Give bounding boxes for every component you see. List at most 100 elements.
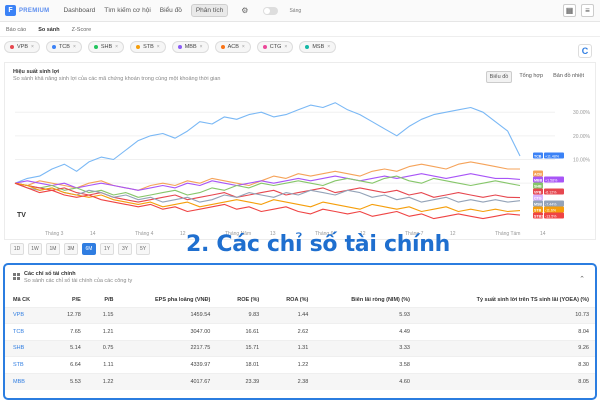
ticker-chip-msb[interactable]: MSB × [299,41,337,53]
logo-icon: F [5,5,16,16]
ticker-chip-label: ACB [227,44,239,50]
col-pe[interactable]: P/E [50,293,87,307]
table-row[interactable]: SHB 5.14 0.75 2217.75 15.71 1.31 3.33 9.26 [5,339,595,357]
value-cell: 4017.67 [119,372,217,390]
value-cell: 3047.00 [119,323,217,340]
col-ticker[interactable]: Mã CK [5,293,50,307]
range-6m[interactable]: 6M [82,243,96,255]
ticker-chip-mbb[interactable]: MBB × [171,41,209,53]
ticker-chip-stb[interactable]: STB × [130,41,166,53]
col-roa[interactable]: ROA (%) [265,293,314,307]
col-pb[interactable]: P/B [87,293,120,307]
table-row[interactable]: VPB 12.78 1.15 1459.54 9.83 1.44 5.93 10.73 [5,306,595,324]
financial-ratios-body: VPB 12.78 1.15 1459.54 9.83 1.44 5.93 10.73 TCB 7… [5,306,595,390]
end-label-value: -13.5% [545,214,557,218]
ticker-chip-label: SHB [100,44,113,50]
table-header-row: Mã CK P/E P/B EPS pha loãng (VNĐ) ROE (%… [5,293,595,307]
ticker-cell[interactable]: STB [5,356,50,373]
end-label-name: MSB [534,202,542,206]
end-label-value: -11.6% [545,208,557,212]
range-1m[interactable]: 1M [46,243,60,255]
nav-charts[interactable]: Biểu đồ [160,7,182,14]
ticker-chip-tcb[interactable]: TCB × [45,41,82,53]
end-label-value: +11.48% [545,154,560,158]
value-cell: 9.26 [415,339,595,357]
nav-opportunity-search[interactable]: Tìm kiếm cơ hội [104,7,151,14]
x-tick-label: Tháng Tám [495,231,520,237]
end-label-name: VPB [534,190,542,194]
ticker-chip-label: VPB [17,44,29,50]
financial-ratios-header: Các chỉ số tài chính So sánh các chỉ số … [13,271,132,284]
range-1y[interactable]: 1Y [100,243,114,255]
end-label-name: STB2 [534,214,543,218]
value-cell: 2217.75 [119,339,217,357]
col-roe[interactable]: ROE (%) [216,293,265,307]
ticker-chip-ctg[interactable]: CTG × [256,41,294,53]
value-cell: 4.49 [314,323,416,340]
col-eps[interactable]: EPS pha loãng (VNĐ) [120,293,217,307]
value-cell: 12.78 [49,306,87,324]
apps-grid-icon[interactable]: ▦ [563,4,576,17]
ticker-cell[interactable]: VPB [5,306,50,324]
ticker-cell[interactable]: TCB [5,323,50,340]
ticker-chip-acb[interactable]: ACB × [214,41,251,53]
ticker-color-dot [93,45,98,49]
collapse-chevron-icon[interactable]: ⌃ [579,275,585,283]
ticker-cell[interactable]: MBB [5,372,50,390]
range-1d[interactable]: 1D [10,243,24,255]
remove-ticker-icon[interactable]: × [200,44,203,50]
ticker-cell[interactable]: SHB [5,339,50,357]
tab-compare[interactable]: So sánh [38,27,59,33]
tradingview-logo: TV [17,212,26,219]
nav-analysis[interactable]: Phân tích [190,4,229,17]
col-yoea[interactable]: Tỷ suất sinh lời trên TS sinh lãi (YOEA)… [416,293,595,307]
remove-ticker-icon[interactable]: × [327,44,330,50]
range-3m[interactable]: 3M [64,243,78,255]
end-label-value: +1.58% [545,178,558,182]
financial-ratios-panel: Các chỉ số tài chính So sánh các chỉ số … [3,263,597,400]
nav-dashboard[interactable]: Dashboard [63,7,95,14]
value-cell: 1.31 [265,339,315,357]
tab-zscore[interactable]: Z-Score [72,27,92,33]
y-tick-label: 30.00% [573,110,591,116]
x-tick-label: Tháng 4 [135,231,154,237]
ticker-chip-shb[interactable]: SHB × [87,41,125,53]
ticker-color-dot [305,45,310,49]
gear-icon[interactable]: ⚙ [241,6,248,15]
remove-ticker-icon[interactable]: × [31,44,34,50]
table-row[interactable]: MBB 5.53 1.22 4017.67 23.39 2.38 4.60 8.05 [5,372,595,390]
return-chart-panel: Hiệu suất sinh lợi So sánh khả năng sinh… [4,62,596,240]
analysis-tabs: Báo cáo So sánh Z-Score [0,23,600,37]
range-1w[interactable]: 1W [28,243,42,255]
series-line-mbb [14,173,521,191]
tab-report[interactable]: Báo cáo [6,27,26,33]
remove-ticker-icon[interactable]: × [242,44,245,50]
value-cell: 8.04 [415,323,595,340]
value-cell: 2.62 [265,323,315,340]
remove-ticker-icon[interactable]: × [115,44,118,50]
menu-icon[interactable]: ≡ [581,4,594,17]
col-nim[interactable]: Biên lãi ròng (NIM) (%) [314,293,416,307]
range-3y[interactable]: 3Y [118,243,132,255]
value-cell: 1.21 [86,323,120,340]
remove-ticker-icon[interactable]: × [157,44,160,50]
value-cell: 18.01 [216,356,266,373]
value-cell: 1.15 [86,306,120,324]
ticker-color-dot [136,45,141,49]
table-row[interactable]: STB 6.64 1.11 4339.97 18.01 1.22 3.58 8.30 [5,356,595,373]
ticker-chip-vpb[interactable]: VPB × [4,41,40,53]
value-cell: 1.22 [86,372,120,390]
ticker-chip-label: MSB [312,44,325,50]
logo[interactable]: F PREMIUM [5,5,49,16]
ticker-chip-label: MBB [184,44,197,50]
x-tick-label: 14 [540,231,546,237]
compare-logo-button[interactable]: C [578,44,592,58]
theme-toggle[interactable] [263,6,279,15]
logo-text: PREMIUM [19,7,50,14]
financial-ratios-table: Mã CK P/E P/B EPS pha loãng (VNĐ) ROE (%… [5,293,595,390]
value-cell: 10.73 [415,306,595,324]
remove-ticker-icon[interactable]: × [284,44,287,50]
range-5y[interactable]: 5Y [136,243,150,255]
remove-ticker-icon[interactable]: × [73,44,76,50]
table-row[interactable]: TCB 7.65 1.21 3047.00 16.61 2.62 4.49 8.04 [5,323,595,340]
